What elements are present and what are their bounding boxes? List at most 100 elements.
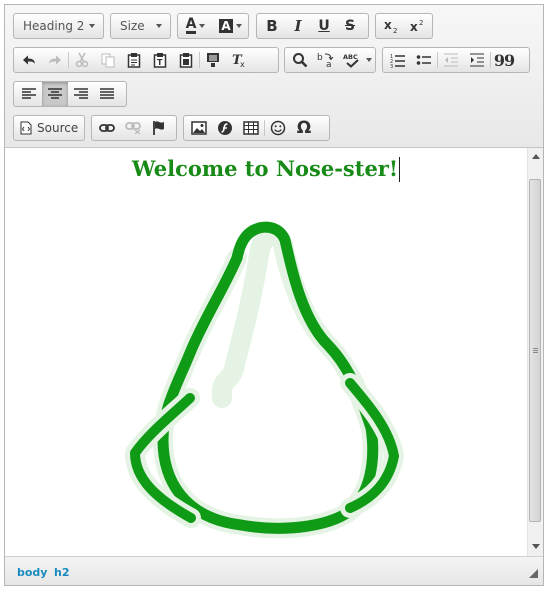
copy-icon <box>101 53 115 68</box>
image-icon <box>191 121 207 135</box>
bold-button[interactable]: B <box>259 14 285 38</box>
source-button[interactable]: Source <box>13 115 85 141</box>
superscript-button[interactable]: x2 <box>404 14 430 38</box>
strikethrough-button[interactable]: S <box>337 14 363 38</box>
replace-button[interactable]: ba <box>313 48 339 72</box>
size-combo[interactable]: Size <box>110 13 171 39</box>
nose-drawing[interactable] <box>5 148 527 556</box>
toolbar: Heading 2 Size A A B I U S x 2 x 2 T T x… <box>5 5 543 148</box>
size-combo-inner[interactable]: Size <box>111 14 170 38</box>
svg-text:3: 3 <box>390 64 393 68</box>
svg-text:2: 2 <box>393 27 397 33</box>
bulleted-list-icon <box>416 55 431 65</box>
indent-button[interactable] <box>464 48 490 72</box>
redo-button[interactable] <box>42 48 68 72</box>
unlink-button[interactable] <box>120 116 146 140</box>
search-icon <box>293 53 308 68</box>
insert-group: Ω <box>183 115 330 141</box>
svg-text:x: x <box>384 19 392 32</box>
format-combo-inner[interactable]: Heading 2 <box>14 14 103 38</box>
paragraph-group: 123 99 <box>382 47 530 73</box>
bulleted-list-button[interactable] <box>411 48 437 72</box>
chevron-down-icon <box>235 24 242 28</box>
format-combo-label: Heading 2 <box>23 19 85 33</box>
flash-icon <box>218 121 232 135</box>
paste-button[interactable] <box>121 48 147 72</box>
link-icon <box>99 124 115 132</box>
numbered-list-button[interactable]: 123 <box>385 48 411 72</box>
align-right-icon <box>74 88 88 99</box>
spellcheck-icon: ABC <box>343 53 359 68</box>
special-char-button[interactable]: Ω <box>291 116 317 140</box>
paste-template-button[interactable] <box>200 48 226 72</box>
flash-button[interactable] <box>212 116 238 140</box>
align-left-icon <box>22 88 36 99</box>
align-center-button[interactable] <box>42 82 68 106</box>
rich-text-editor: Heading 2 Size A A B I U S x 2 x 2 T T x… <box>4 4 544 586</box>
text-color-button[interactable]: A <box>178 14 213 38</box>
blockquote-button[interactable]: 99 <box>491 48 517 72</box>
align-center-icon <box>48 88 62 99</box>
paste-word-icon <box>179 53 193 68</box>
anchor-button[interactable] <box>146 116 172 140</box>
background-color-button[interactable]: A <box>213 14 248 38</box>
image-button[interactable] <box>186 116 212 140</box>
path-crumb-body[interactable]: body <box>17 566 47 579</box>
paste-from-word-button[interactable] <box>173 48 199 72</box>
justify-button[interactable] <box>94 82 120 106</box>
svg-text:2: 2 <box>419 19 423 27</box>
chevron-down-icon <box>365 58 372 62</box>
smiley-button[interactable] <box>265 116 291 140</box>
svg-text:b: b <box>317 53 323 63</box>
scrollbar-thumb[interactable] <box>529 179 541 522</box>
text-color-icon: A <box>185 16 197 34</box>
undo-button[interactable] <box>16 48 42 72</box>
remove-format-icon: Tx <box>232 53 245 68</box>
numbered-list-icon: 123 <box>390 54 405 68</box>
cut-button[interactable] <box>69 48 95 72</box>
svg-text:a: a <box>326 60 332 69</box>
subscript-button[interactable]: x2 <box>378 14 404 38</box>
grip-line <box>533 348 538 349</box>
link-button[interactable] <box>94 116 120 140</box>
undo-icon <box>23 55 35 65</box>
indent-icon <box>470 53 484 67</box>
table-icon <box>243 121 259 135</box>
size-combo-label: Size <box>120 19 145 33</box>
path-crumb-h2[interactable]: h2 <box>54 566 70 579</box>
table-button[interactable] <box>238 116 264 140</box>
align-left-button[interactable] <box>16 82 42 106</box>
script-group: x2 x2 <box>375 13 433 39</box>
vertical-scrollbar[interactable] <box>527 148 543 556</box>
scroll-up-arrow-icon[interactable] <box>532 154 540 159</box>
spellcheck-button[interactable]: ABC <box>339 48 375 72</box>
paste-text-button[interactable]: T <box>147 48 173 72</box>
justify-icon <box>100 88 114 99</box>
italic-button[interactable]: I <box>285 14 311 38</box>
remove-format-button[interactable]: Tx <box>226 48 252 72</box>
outdent-icon <box>444 53 458 67</box>
find-button[interactable] <box>287 48 313 72</box>
scissors-icon <box>75 52 89 68</box>
color-group: A A <box>177 13 249 39</box>
source-button-inner[interactable]: Source <box>14 116 84 140</box>
editing-area[interactable]: Welcome to Nose-ster! <box>5 148 527 556</box>
svg-text:ABC: ABC <box>343 53 358 61</box>
align-right-button[interactable] <box>68 82 94 106</box>
links-group <box>91 115 177 141</box>
copy-button[interactable] <box>95 48 121 72</box>
svg-text:x: x <box>240 60 245 68</box>
editing-group: ba ABC <box>284 47 376 73</box>
source-button-label: Source <box>37 121 79 135</box>
outdent-button[interactable] <box>438 48 464 72</box>
chevron-down-icon <box>199 24 206 28</box>
underline-button[interactable]: U <box>311 14 337 38</box>
format-combo[interactable]: Heading 2 <box>13 13 104 39</box>
grip-line <box>533 350 538 351</box>
smiley-icon <box>270 120 286 136</box>
resize-handle-icon[interactable] <box>529 569 538 578</box>
background-color-icon: A <box>219 19 233 33</box>
basic-styles-group: B I U S <box>256 13 369 39</box>
scroll-down-arrow-icon[interactable] <box>532 544 540 549</box>
element-path-bar: body h2 <box>5 556 543 585</box>
